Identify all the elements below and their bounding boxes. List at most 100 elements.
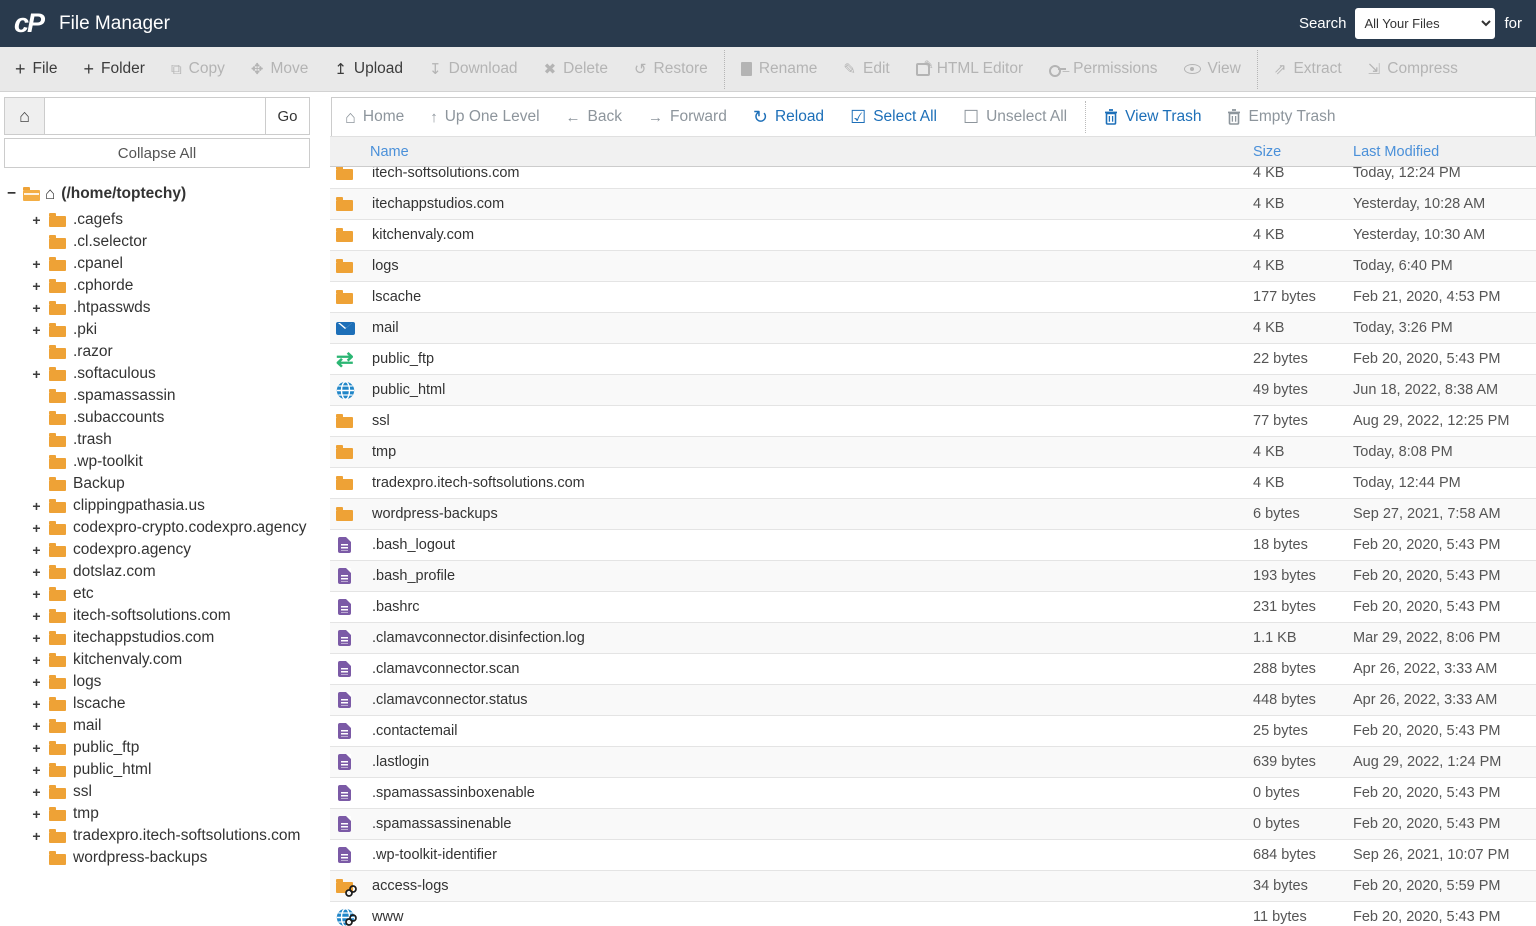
tree-item-pki[interactable]: + .pki [4, 319, 326, 341]
toolbar-item-move[interactable]: ✥ Move [238, 47, 321, 91]
tree-item-clippingpathasia-us[interactable]: + clippingpathasia.us [4, 495, 326, 517]
toolbar-item-html-editor[interactable]: ✎ HTML Editor [903, 47, 1036, 91]
expand-plus-icon[interactable]: + [31, 322, 42, 338]
tree-item-trash[interactable]: +.trash [4, 429, 326, 451]
collapse-minus-icon[interactable]: − [6, 185, 17, 203]
go-button[interactable]: Go [265, 98, 309, 134]
tree-item-itechappstudios-com[interactable]: + itechappstudios.com [4, 627, 326, 649]
toolbar-item-copy[interactable]: ⧉ Copy [158, 47, 238, 91]
expand-plus-icon[interactable]: + [31, 366, 42, 382]
tree-item-tradexpro-itech-softsolutions-com[interactable]: + tradexpro.itech-softsolutions.com [4, 825, 326, 847]
tree-item-cpanel[interactable]: + .cpanel [4, 253, 326, 275]
tree-item-softaculous[interactable]: + .softaculous [4, 363, 326, 385]
nav-item-back[interactable]: ← Back [553, 98, 635, 136]
tree-item-backup[interactable]: +Backup [4, 473, 326, 495]
file-row-clamavconnector-scan[interactable]: .clamavconnector.scan 288 bytes Apr 26, 20… [330, 654, 1536, 685]
file-table-scroll-area[interactable]: itech-softsolutions.com 4 KB Today, 12:24 … [330, 167, 1536, 926]
expand-plus-icon[interactable]: + [31, 762, 42, 778]
toolbar-item-folder[interactable]: + Folder [71, 47, 158, 91]
expand-plus-icon[interactable]: + [31, 718, 42, 734]
tree-item-etc[interactable]: + etc [4, 583, 326, 605]
file-row-tradexpro-itech-softsolutions-com[interactable]: tradexpro.itech-softsolutions.com 4 KB Tod… [330, 468, 1536, 499]
expand-plus-icon[interactable]: + [31, 630, 42, 646]
expand-plus-icon[interactable]: + [31, 542, 42, 558]
toolbar-item-view[interactable]: View [1171, 47, 1254, 91]
path-home-button[interactable]: ⌂ [5, 98, 45, 134]
file-row-bash-profile[interactable]: .bash_profile 193 bytes Feb 20, 2020, 5:43… [330, 561, 1536, 592]
toolbar-item-restore[interactable]: ↺ Restore [621, 47, 721, 91]
file-row-spamassassinenable[interactable]: .spamassassinenable 0 bytes Feb 20, 2020, … [330, 809, 1536, 840]
tree-item-codexpro-agency[interactable]: + codexpro.agency [4, 539, 326, 561]
tree-root-home[interactable]: − ⌂ (/home/toptechy) [6, 184, 326, 204]
file-row-www[interactable]: www 11 bytes Feb 20, 2020, 5:43 PM [330, 902, 1536, 926]
nav-item-unselect-all[interactable]: ☐ Unselect All [950, 98, 1080, 136]
toolbar-item-rename[interactable]: Rename [728, 47, 831, 91]
file-row-public-html[interactable]: public_html 49 bytes Jun 18, 2022, 8:38 AM [330, 375, 1536, 406]
file-row-access-logs[interactable]: access-logs 34 bytes Feb 20, 2020, 5:59 PM [330, 871, 1536, 902]
file-row-ssl[interactable]: ssl 77 bytes Aug 29, 2022, 12:25 PM [330, 406, 1536, 437]
expand-plus-icon[interactable]: + [31, 212, 42, 228]
expand-plus-icon[interactable]: + [31, 806, 42, 822]
file-row-public-ftp[interactable]: ⇄ public_ftp 22 bytes Feb 20, 2020, 5:43 PM [330, 344, 1536, 375]
expand-plus-icon[interactable]: + [31, 828, 42, 844]
nav-item-forward[interactable]: → Forward [635, 98, 740, 136]
toolbar-item-compress[interactable]: ⇲ Compress [1355, 47, 1471, 91]
tree-item-lscache[interactable]: + lscache [4, 693, 326, 715]
toolbar-item-upload[interactable]: ↥ Upload [321, 47, 416, 91]
path-input[interactable] [45, 98, 265, 134]
tree-item-tmp[interactable]: + tmp [4, 803, 326, 825]
file-row-itech-softsolutions-com[interactable]: itech-softsolutions.com 4 KB Today, 12:24 … [330, 167, 1536, 189]
file-row-lastlogin[interactable]: .lastlogin 639 bytes Aug 29, 2022, 1:24 PM [330, 747, 1536, 778]
file-row-clamavconnector-status[interactable]: .clamavconnector.status 448 bytes Apr 26, … [330, 685, 1536, 716]
tree-item-cagefs[interactable]: + .cagefs [4, 209, 326, 231]
tree-item-ssl[interactable]: + ssl [4, 781, 326, 803]
file-row-logs[interactable]: logs 4 KB Today, 6:40 PM [330, 251, 1536, 282]
tree-item-subaccounts[interactable]: +.subaccounts [4, 407, 326, 429]
file-row-clamavconnector-disinfection-log[interactable]: .clamavconnector.disinfection.log 1.1 KB M… [330, 623, 1536, 654]
tree-item-mail[interactable]: + mail [4, 715, 326, 737]
file-row-bash-logout[interactable]: .bash_logout 18 bytes Feb 20, 2020, 5:43 P… [330, 530, 1536, 561]
expand-plus-icon[interactable]: + [31, 278, 42, 294]
expand-plus-icon[interactable]: + [31, 696, 42, 712]
file-row-contactemail[interactable]: .contactemail 25 bytes Feb 20, 2020, 5:43 … [330, 716, 1536, 747]
tree-item-htpasswds[interactable]: + .htpasswds [4, 297, 326, 319]
toolbar-item-file[interactable]: + File [2, 47, 71, 91]
tree-item-public-ftp[interactable]: + public_ftp [4, 737, 326, 759]
column-header-last-modified[interactable]: Last Modified [1353, 144, 1536, 160]
tree-item-dotslaz-com[interactable]: + dotslaz.com [4, 561, 326, 583]
tree-item-wordpress-backups[interactable]: +wordpress-backups [4, 847, 326, 869]
search-scope-select[interactable]: All Your Files [1355, 8, 1496, 39]
toolbar-item-extract[interactable]: ⇗ Extract [1261, 47, 1355, 91]
toolbar-item-delete[interactable]: ✖ Delete [531, 47, 621, 91]
nav-item-select-all[interactable]: ☑ Select All [837, 98, 950, 136]
nav-item-view-trash[interactable]: View Trash [1091, 98, 1214, 136]
expand-plus-icon[interactable]: + [31, 256, 42, 272]
toolbar-item-edit[interactable]: ✎ Edit [830, 47, 902, 91]
expand-plus-icon[interactable]: + [31, 674, 42, 690]
expand-plus-icon[interactable]: + [31, 498, 42, 514]
file-row-lscache[interactable]: lscache 177 bytes Feb 21, 2020, 4:53 PM [330, 282, 1536, 313]
tree-item-itech-softsolutions-com[interactable]: + itech-softsolutions.com [4, 605, 326, 627]
file-row-wp-toolkit-identifier[interactable]: .wp-toolkit-identifier 684 bytes Sep 26, 2… [330, 840, 1536, 871]
nav-item-reload[interactable]: ↻ Reload [740, 98, 837, 136]
expand-plus-icon[interactable]: + [31, 652, 42, 668]
tree-item-razor[interactable]: +.razor [4, 341, 326, 363]
expand-plus-icon[interactable]: + [31, 300, 42, 316]
expand-plus-icon[interactable]: + [31, 608, 42, 624]
tree-item-logs[interactable]: + logs [4, 671, 326, 693]
expand-plus-icon[interactable]: + [31, 564, 42, 580]
nav-item-empty-trash[interactable]: Empty Trash [1214, 98, 1348, 136]
expand-plus-icon[interactable]: + [31, 520, 42, 536]
file-row-wordpress-backups[interactable]: wordpress-backups 6 bytes Sep 27, 2021, 7:… [330, 499, 1536, 530]
file-row-itechappstudios-com[interactable]: itechappstudios.com 4 KB Yesterday, 10:28 … [330, 189, 1536, 220]
file-row-bashrc[interactable]: .bashrc 231 bytes Feb 20, 2020, 5:43 PM [330, 592, 1536, 623]
expand-plus-icon[interactable]: + [31, 586, 42, 602]
file-row-mail[interactable]: mail 4 KB Today, 3:26 PM [330, 313, 1536, 344]
tree-item-wp-toolkit[interactable]: +.wp-toolkit [4, 451, 326, 473]
toolbar-item-permissions[interactable]: Permissions [1036, 47, 1170, 91]
collapse-all-button[interactable]: Collapse All [4, 138, 310, 168]
column-header-size[interactable]: Size [1253, 144, 1353, 160]
tree-item-cphorde[interactable]: + .cphorde [4, 275, 326, 297]
tree-item-public-html[interactable]: + public_html [4, 759, 326, 781]
tree-item-spamassassin[interactable]: +.spamassassin [4, 385, 326, 407]
